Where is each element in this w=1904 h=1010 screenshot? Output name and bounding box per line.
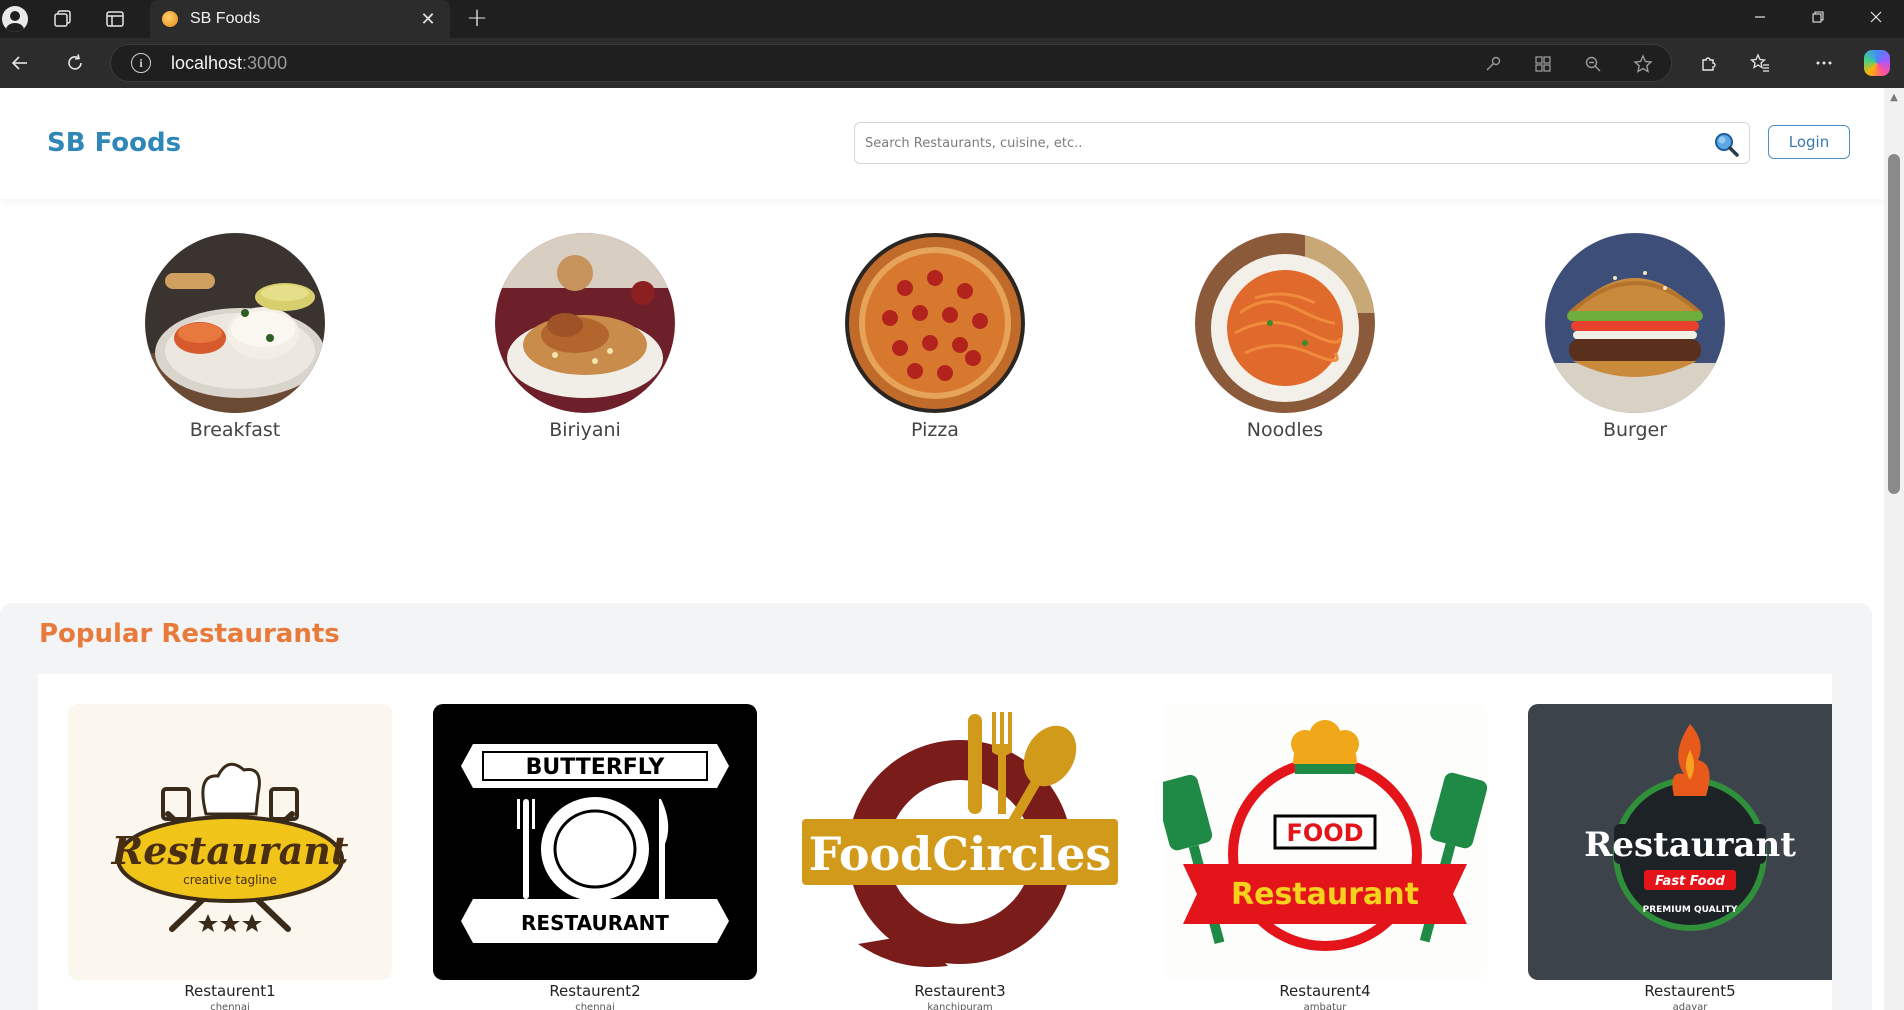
restaurant-name: Restaurent4 — [1279, 982, 1371, 1000]
restaurant-card[interactable]: FoodCircles Restaurent3 kanchipuram — [798, 704, 1122, 1010]
copilot-icon[interactable] — [1862, 48, 1892, 78]
close-window-icon[interactable] — [1848, 0, 1904, 34]
category-biriyani[interactable]: Biriyani — [495, 233, 675, 441]
logo-text: Restaurant — [1584, 825, 1796, 865]
scroll-up-icon[interactable]: ▲ — [1884, 88, 1904, 106]
new-tab-button[interactable]: + — [462, 3, 492, 33]
category-label: Burger — [1602, 419, 1668, 441]
category-label: Biriyani — [549, 419, 621, 441]
tab-favicon-icon — [162, 11, 178, 27]
tab-sb-foods[interactable]: SB Foods ✕ — [150, 0, 450, 38]
url-host: localhost — [171, 52, 243, 73]
logo-tagline: creative tagline — [183, 873, 277, 887]
tab-title: SB Foods — [190, 10, 261, 27]
restaurant-name: Restaurent3 — [914, 982, 1006, 1000]
search-icon[interactable] — [1713, 131, 1739, 157]
category-label: Pizza — [911, 419, 959, 441]
profile-avatar-icon[interactable] — [0, 4, 30, 34]
restaurant-location: kanchipuram — [927, 1002, 993, 1010]
restaurant-location: chennai — [210, 1002, 250, 1010]
restaurant-logo-image: Restaurant creative tagline — [68, 704, 392, 980]
noodles-image — [1195, 233, 1375, 413]
site-info-icon[interactable]: i — [131, 53, 151, 73]
restaurant-card[interactable]: Restaurant Fast Food PREMIUM QUALITY Res… — [1528, 704, 1832, 1010]
logo-top-text: FOOD — [1286, 819, 1363, 847]
site-header: SB Foods Login — [0, 88, 1884, 199]
restaurant-logo-image: Restaurant Fast Food PREMIUM QUALITY — [1528, 704, 1832, 980]
search-box — [854, 122, 1750, 164]
logo-text: Restaurant — [111, 828, 349, 873]
back-icon[interactable] — [5, 48, 35, 78]
category-pizza[interactable]: Pizza — [845, 233, 1025, 441]
vertical-tabs-icon[interactable] — [100, 4, 130, 34]
logo-subtext: Fast Food — [1655, 874, 1725, 889]
restaurant-card[interactable]: Restaurant creative tagline Restaurent1 … — [68, 704, 392, 1010]
tab-close-icon[interactable]: ✕ — [418, 9, 438, 30]
logo-ring-text: PREMIUM QUALITY — [1643, 905, 1738, 915]
restaurant-name: Restaurent1 — [184, 982, 276, 1000]
page-scrollbar[interactable]: ▲ — [1884, 88, 1904, 1010]
pizza-image — [845, 233, 1025, 413]
apps-icon[interactable] — [1531, 52, 1555, 76]
workspaces-icon[interactable] — [48, 4, 78, 34]
restaurant-name: Restaurent5 — [1644, 982, 1736, 1000]
key-icon[interactable] — [1481, 52, 1505, 76]
more-menu-icon[interactable] — [1809, 48, 1839, 78]
refresh-icon[interactable] — [60, 48, 90, 78]
browser-toolbar: i localhost:3000 — [0, 38, 1904, 88]
logo-bottom-text: RESTAURANT — [521, 911, 669, 935]
browser-titlebar: SB Foods ✕ + — [0, 0, 1904, 38]
category-list: Breakfast Biriyani Pizza Noodles Burger — [0, 233, 1884, 441]
section-title: Popular Restaurants — [39, 619, 340, 649]
popular-restaurants-section: Popular Restaurants Restaurant creative … — [0, 603, 1872, 1010]
minimize-icon[interactable] — [1732, 0, 1788, 34]
category-breakfast[interactable]: Breakfast — [145, 233, 325, 441]
category-noodles[interactable]: Noodles — [1195, 233, 1375, 441]
restaurant-logo-image: FOOD Restaurant — [1163, 704, 1487, 980]
biriyani-image — [495, 233, 675, 413]
logo-top-text: BUTTERFLY — [526, 755, 666, 780]
address-bar[interactable]: i localhost:3000 — [110, 44, 1672, 82]
category-label: Breakfast — [189, 419, 281, 441]
restaurant-list: Restaurant creative tagline Restaurent1 … — [38, 674, 1832, 1010]
zoom-out-icon[interactable] — [1581, 52, 1605, 76]
restaurant-logo-image: BUTTERFLY RESTAURANT — [433, 704, 757, 980]
logo-text: Restaurant — [1231, 877, 1419, 912]
favorite-star-icon[interactable] — [1631, 52, 1655, 76]
restaurant-logo-image: FoodCircles — [798, 704, 1122, 980]
restaurant-card[interactable]: BUTTERFLY RESTAURANT Restaurent2 chennai — [433, 704, 757, 1010]
restore-icon[interactable] — [1790, 0, 1846, 34]
page-viewport: SB Foods Login — [0, 88, 1884, 1010]
restaurant-location: chennai — [575, 1002, 615, 1010]
restaurant-location: adayar — [1672, 1002, 1708, 1010]
restaurant-card[interactable]: FOOD Restaurant Restaurent4 ambatur — [1163, 704, 1487, 1010]
category-label: Noodles — [1246, 419, 1324, 441]
favorites-icon[interactable] — [1745, 48, 1775, 78]
site-logo[interactable]: SB Foods — [47, 128, 181, 158]
scroll-thumb[interactable] — [1888, 154, 1900, 494]
url-port: :3000 — [242, 52, 288, 73]
extensions-icon[interactable] — [1694, 48, 1724, 78]
burger-image — [1545, 233, 1725, 413]
restaurant-name: Restaurent2 — [549, 982, 641, 1000]
logo-text: FoodCircles — [809, 827, 1112, 881]
breakfast-image — [145, 233, 325, 413]
restaurant-location: ambatur — [1303, 1002, 1347, 1010]
login-button[interactable]: Login — [1768, 125, 1850, 159]
search-input[interactable] — [865, 131, 1685, 155]
category-burger[interactable]: Burger — [1545, 233, 1725, 441]
